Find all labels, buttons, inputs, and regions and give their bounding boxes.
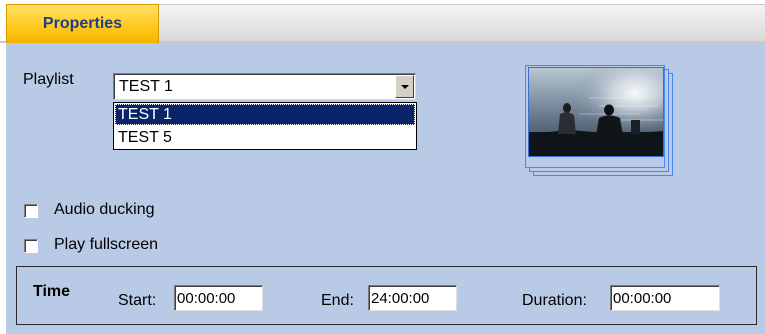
thumbnail-image-icon — [529, 68, 663, 156]
tab-strip-background — [158, 4, 765, 42]
playlist-dropdown-button[interactable] — [395, 75, 414, 98]
end-time-input[interactable] — [368, 285, 457, 311]
start-time-input[interactable] — [174, 285, 263, 311]
time-heading: Time — [33, 283, 71, 300]
audio-ducking-label: Audio ducking — [54, 201, 155, 218]
playlist-option[interactable]: TEST 5 — [115, 127, 415, 148]
playlist-selected-value: TEST 1 — [119, 78, 173, 95]
end-label: End: — [321, 292, 354, 309]
playlist-thumbnail[interactable] — [528, 67, 664, 157]
start-label: Start: — [118, 292, 157, 309]
tab-properties-label: Properties — [42, 15, 123, 32]
duration-label: Duration: — [522, 292, 587, 309]
audio-ducking-checkbox[interactable] — [24, 204, 38, 218]
tab-strip: Properties — [0, 0, 765, 44]
duration-input[interactable] — [610, 285, 720, 311]
playlist-label: Playlist — [23, 71, 74, 88]
playlist-select[interactable]: TEST 1 — [113, 73, 416, 100]
play-fullscreen-label: Play fullscreen — [54, 236, 159, 253]
playlist-dropdown-list: TEST 1 TEST 5 — [113, 102, 417, 150]
playlist-option[interactable]: TEST 1 — [115, 104, 415, 125]
play-fullscreen-checkbox[interactable] — [24, 239, 38, 253]
chevron-down-icon — [400, 84, 409, 89]
tab-properties[interactable]: Properties — [6, 4, 159, 43]
